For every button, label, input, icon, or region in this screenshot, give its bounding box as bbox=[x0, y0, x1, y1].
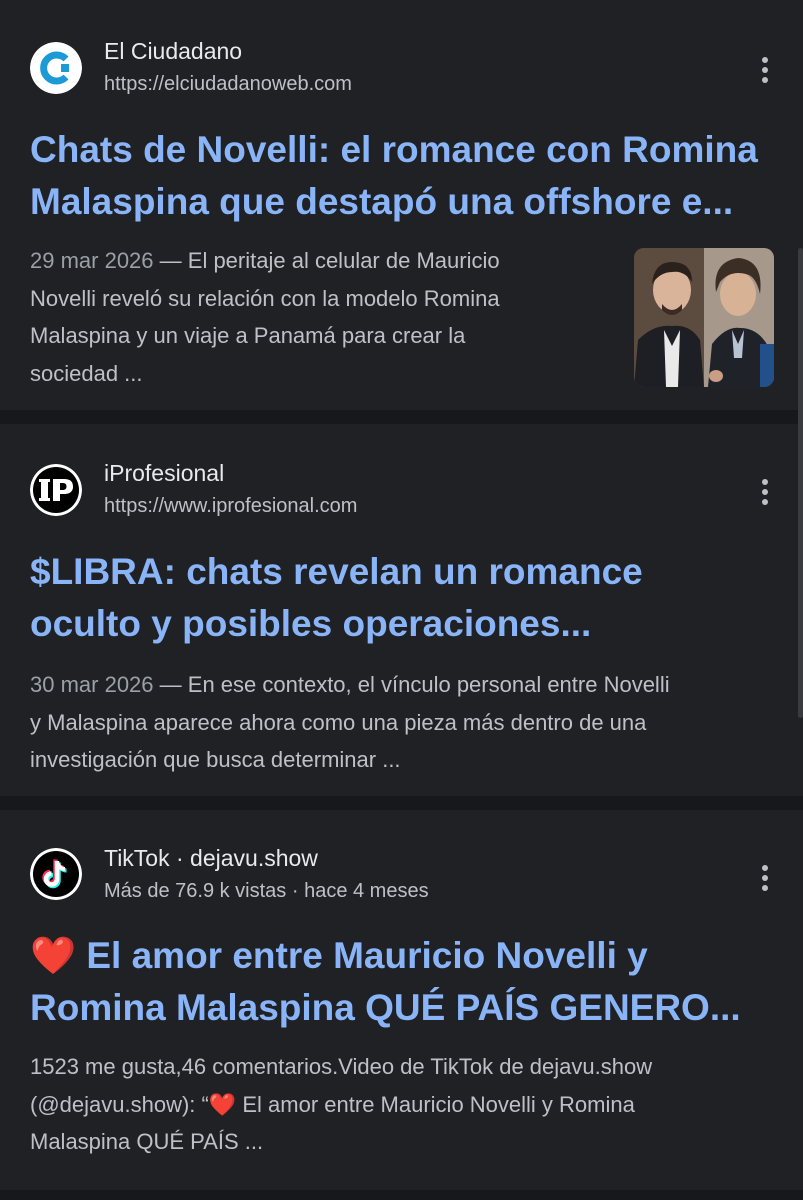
result-snippet: 1523 me gusta,46 comentarios.Video de Ti… bbox=[30, 1048, 652, 1161]
source-name[interactable]: iProfesional bbox=[104, 460, 224, 487]
result-date: 29 mar 2026 bbox=[30, 248, 154, 273]
result-date: 30 mar 2026 bbox=[30, 672, 154, 697]
scrollbar[interactable] bbox=[798, 248, 803, 718]
iprofesional-logo-icon[interactable] bbox=[30, 464, 82, 516]
heart-emoji-icon: ❤️ bbox=[208, 1091, 237, 1117]
result-title-link[interactable]: $LIBRA: chats revelan un romance oculto … bbox=[30, 546, 783, 650]
source-name[interactable]: TikTok · dejavu.show bbox=[104, 845, 318, 872]
result-title-link[interactable]: Chats de Novelli: el romance con Romina … bbox=[30, 124, 783, 228]
snippet-line: sociedad ... bbox=[30, 360, 143, 386]
search-result-card: El Ciudadano https://elciudadanoweb.com … bbox=[0, 0, 803, 410]
el-ciudadano-logo-icon[interactable] bbox=[30, 42, 82, 94]
search-result-card: iProfesional https://www.iprofesional.co… bbox=[0, 424, 803, 796]
snippet-line: 1523 me gusta,46 comentarios.Video de Ti… bbox=[30, 1054, 653, 1079]
result-title-line: Chats de Novelli: el romance con Romina bbox=[30, 129, 758, 170]
video-meta: Más de 76.9 k vistas · hace 4 meses bbox=[104, 880, 429, 902]
snippet-line: — En ese contexto, el vínculo personal e… bbox=[159, 672, 670, 697]
result-title-line: Malaspina que destapó una offshore e... bbox=[30, 181, 734, 222]
result-title-line: oculto y posibles operaciones... bbox=[30, 603, 592, 644]
source-url[interactable]: https://elciudadanoweb.com bbox=[104, 73, 352, 96]
source-url[interactable]: https://www.iprofesional.com bbox=[104, 495, 357, 518]
result-title-line: Romina Malaspina QUÉ PAÍS GENERO... bbox=[30, 987, 741, 1028]
more-options-icon[interactable] bbox=[751, 52, 779, 88]
snippet-line: Malaspina y un viaje a Panamá para crear… bbox=[30, 323, 466, 348]
search-result-card: TikTok · dejavu.show Más de 76.9 k vista… bbox=[0, 810, 803, 1190]
result-title-line: El amor entre Mauricio Novelli y bbox=[86, 935, 648, 976]
result-snippet: 29 mar 2026 — El peritaje al celular de … bbox=[30, 242, 610, 392]
heart-emoji-icon: ❤️ bbox=[30, 935, 77, 976]
snippet-line: El amor entre Mauricio Novelli y Romina bbox=[242, 1091, 635, 1117]
snippet-line: (@dejavu.show): “ bbox=[30, 1091, 209, 1117]
result-snippet: 30 mar 2026 — En ese contexto, el víncul… bbox=[30, 666, 670, 779]
more-options-icon[interactable] bbox=[751, 474, 779, 510]
snippet-line: y Malaspina aparece ahora como una pieza… bbox=[30, 709, 647, 735]
result-title-line: $LIBRA: chats revelan un romance bbox=[30, 551, 643, 592]
more-options-icon[interactable] bbox=[751, 860, 779, 896]
photo-two-men-thumbnail[interactable] bbox=[634, 248, 774, 387]
source-name[interactable]: El Ciudadano bbox=[104, 38, 242, 65]
tiktok-logo-icon[interactable] bbox=[30, 848, 82, 900]
result-title-link[interactable]: ❤️ El amor entre Mauricio Novelli y Romi… bbox=[30, 930, 783, 1034]
snippet-line: — El peritaje al celular de Mauricio bbox=[159, 248, 500, 273]
snippet-line: Novelli reveló su relación con la modelo… bbox=[30, 285, 500, 311]
snippet-line: investigación que busca determinar ... bbox=[30, 747, 401, 772]
snippet-line: Malaspina QUÉ PAÍS ... bbox=[30, 1129, 264, 1154]
